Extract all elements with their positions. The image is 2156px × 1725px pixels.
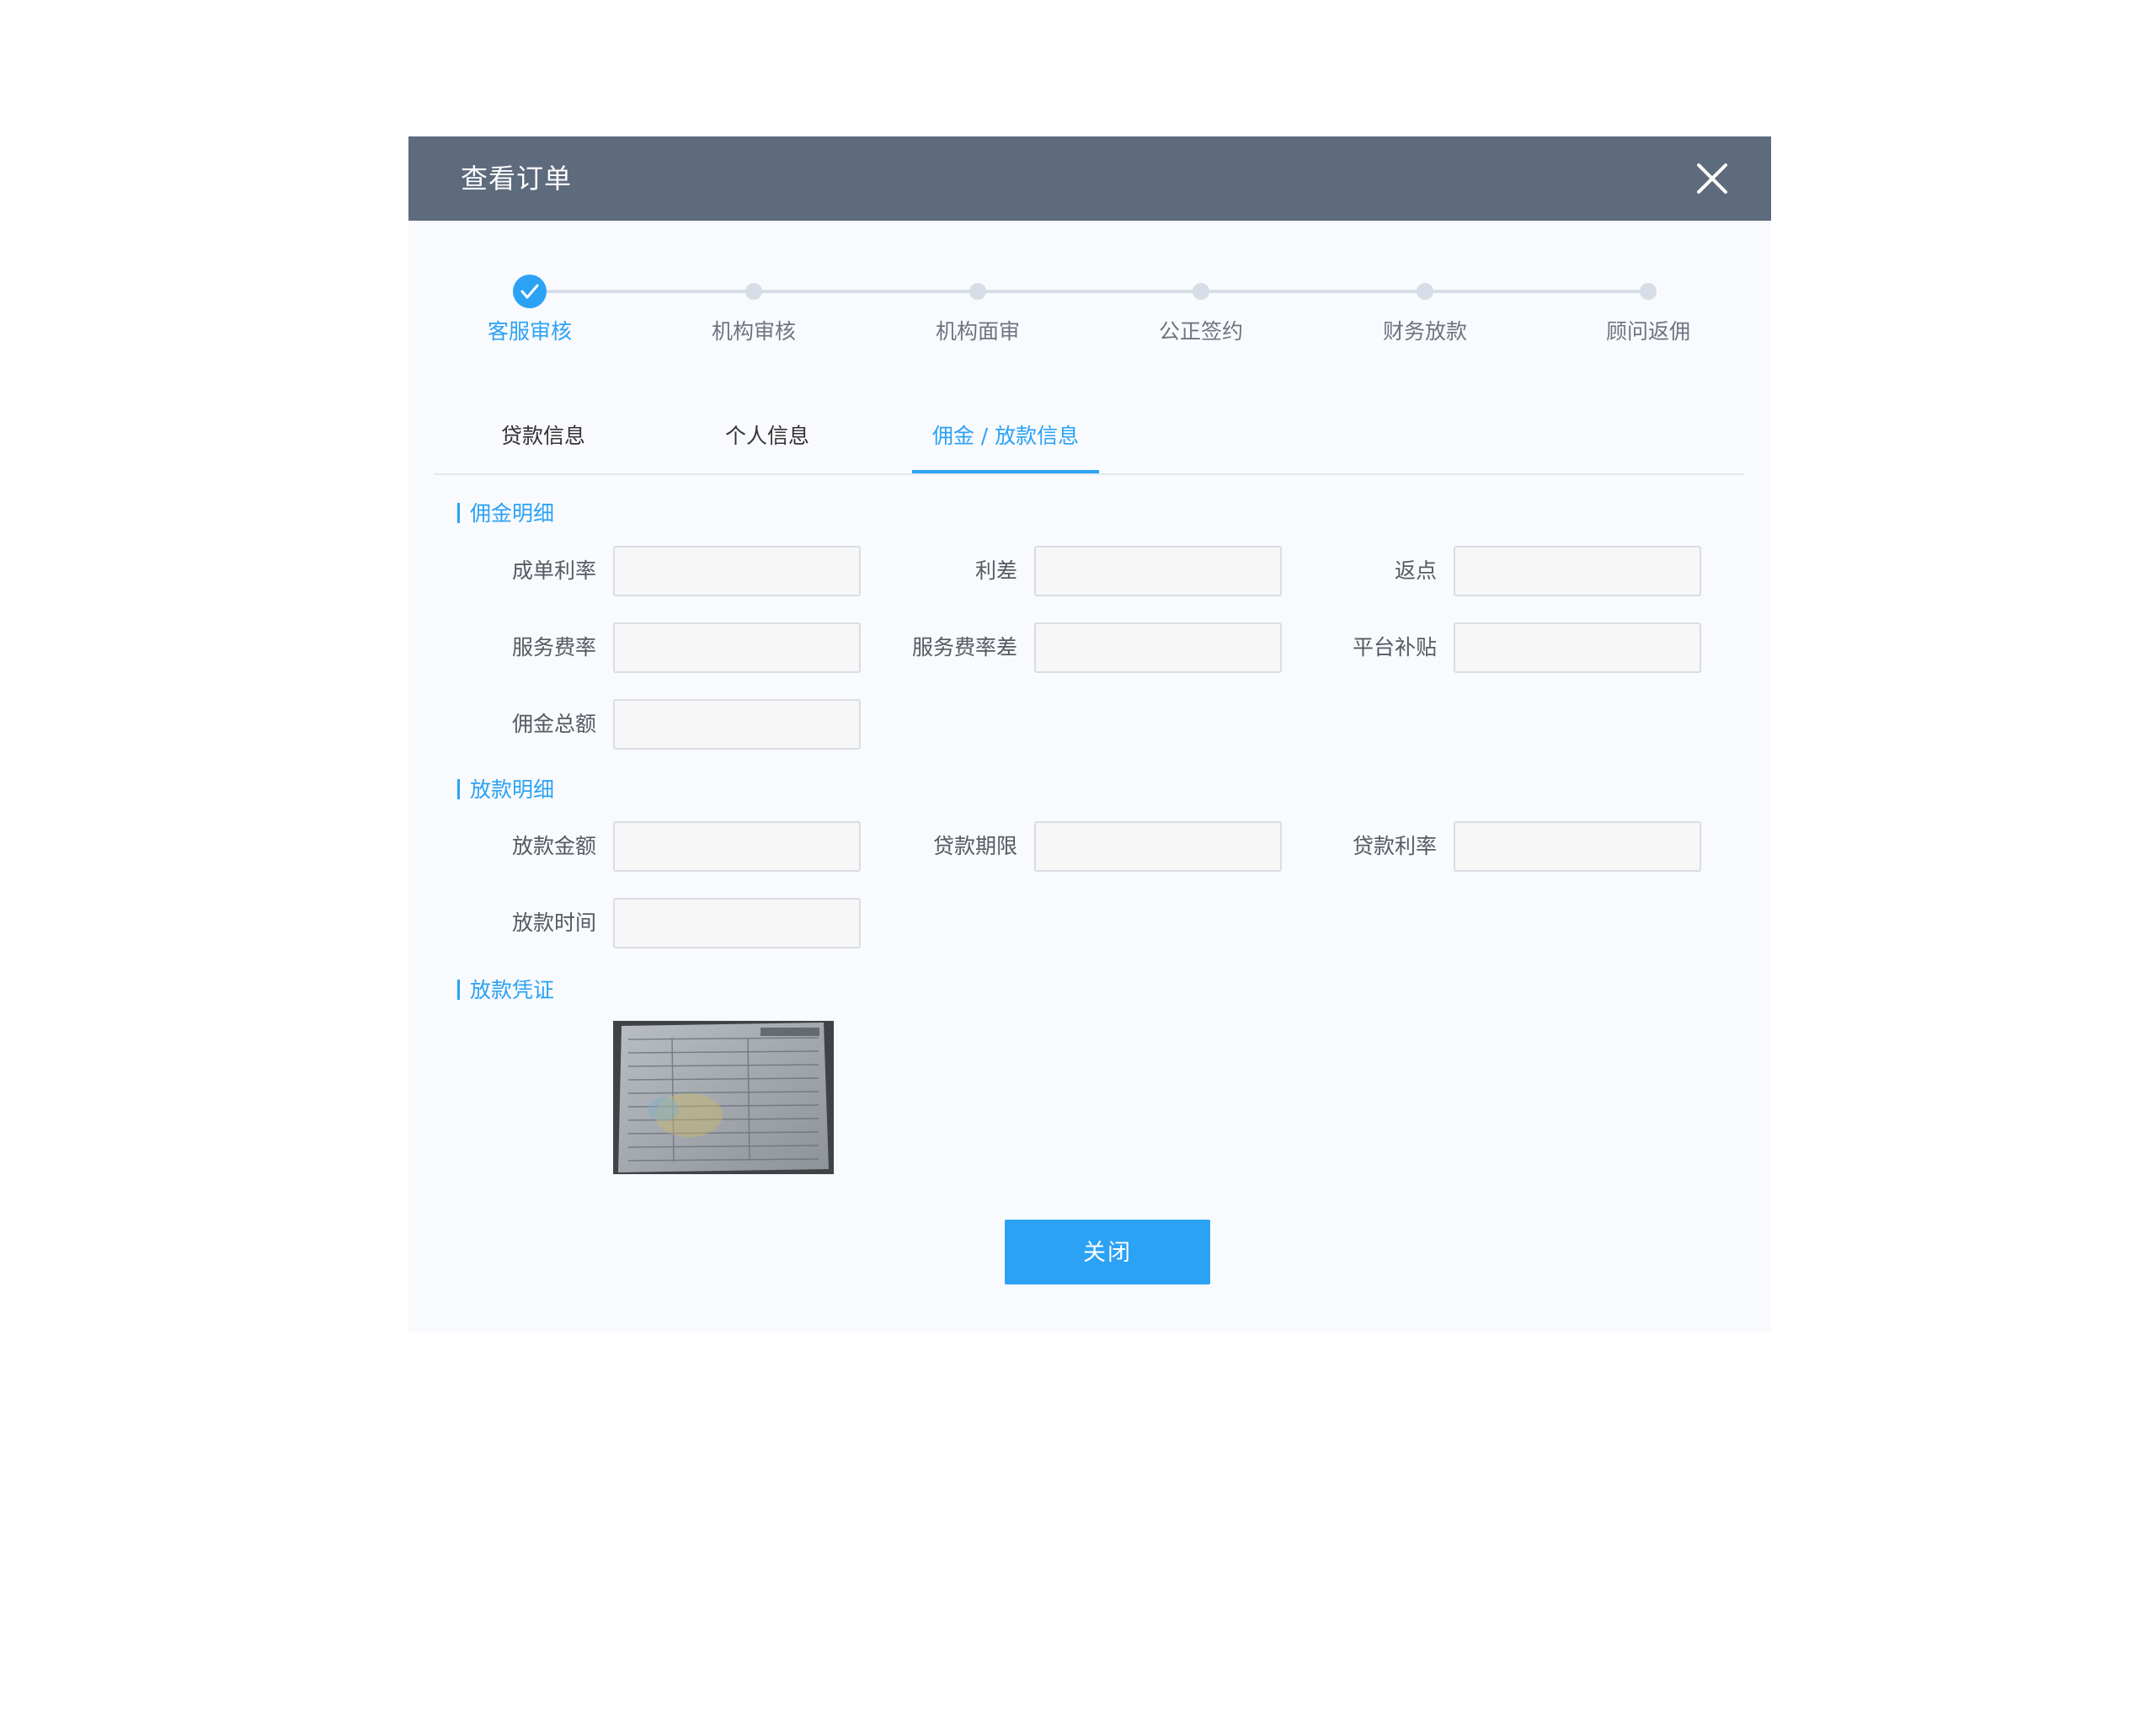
step-label: 客服审核 bbox=[487, 319, 572, 344]
loan-term-input[interactable] bbox=[1034, 821, 1282, 872]
section-loan-voucher: 放款凭证 bbox=[457, 977, 554, 1004]
deal-rate-input[interactable] bbox=[613, 546, 861, 596]
tab-label: 佣金 / 放款信息 bbox=[931, 424, 1080, 448]
step-dot bbox=[1193, 283, 1209, 300]
section-bar bbox=[457, 779, 460, 799]
deal-rate-label: 成单利率 bbox=[511, 558, 596, 583]
rate-spread-input[interactable] bbox=[1034, 546, 1282, 596]
view-order-dialog: 查看订单 客服审核 机构审核 机构面审 公正签约 财务放款 顾问返佣 贷款信息 … bbox=[408, 136, 1771, 1332]
loan-amount-label: 放款金额 bbox=[511, 834, 596, 858]
steps-track bbox=[530, 290, 1648, 293]
check-icon bbox=[513, 275, 547, 308]
close-button[interactable]: 关闭 bbox=[1005, 1220, 1210, 1284]
step-label: 顾问返佣 bbox=[1605, 319, 1690, 344]
loan-term-label: 贷款期限 bbox=[932, 834, 1017, 858]
active-tab-indicator bbox=[912, 470, 1099, 473]
section-title-text: 放款明细 bbox=[470, 777, 555, 802]
step-dot bbox=[1417, 283, 1433, 300]
section-loan-details: 放款明细 bbox=[457, 777, 554, 804]
rebate-input[interactable] bbox=[1454, 546, 1701, 596]
step-label: 机构面审 bbox=[935, 319, 1020, 344]
dialog-header: 查看订单 bbox=[408, 136, 1771, 221]
step-label: 公正签约 bbox=[1158, 319, 1243, 344]
loan-rate-label: 贷款利率 bbox=[1352, 834, 1437, 858]
tab-loan-info[interactable]: 贷款信息 bbox=[467, 406, 619, 472]
commission-total-input[interactable] bbox=[613, 699, 861, 750]
loan-amount-input[interactable] bbox=[613, 821, 861, 872]
rate-spread-label: 利差 bbox=[974, 558, 1017, 583]
service-rate-diff-input[interactable] bbox=[1034, 622, 1282, 673]
dialog-title: 查看订单 bbox=[461, 163, 573, 195]
step-dot bbox=[969, 283, 986, 300]
step-dot bbox=[745, 283, 762, 300]
loan-time-label: 放款时间 bbox=[511, 911, 596, 935]
rebate-label: 返点 bbox=[1394, 558, 1437, 583]
section-bar bbox=[457, 980, 460, 1000]
platform-subsidy-label: 平台补贴 bbox=[1352, 635, 1437, 660]
step-label: 机构审核 bbox=[711, 319, 796, 344]
section-title-text: 放款凭证 bbox=[470, 978, 555, 1002]
step-label: 财务放款 bbox=[1382, 319, 1467, 344]
voucher-thumbnail[interactable] bbox=[613, 1021, 834, 1174]
section-title-text: 佣金明细 bbox=[470, 501, 555, 526]
platform-subsidy-input[interactable] bbox=[1454, 622, 1701, 673]
section-commission-details: 佣金明细 bbox=[457, 500, 554, 527]
loan-rate-input[interactable] bbox=[1454, 821, 1701, 872]
section-bar bbox=[457, 503, 460, 523]
service-rate-diff-label: 服务费率差 bbox=[911, 635, 1017, 660]
loan-time-input[interactable] bbox=[613, 898, 861, 948]
tab-commission-disbursement[interactable]: 佣金 / 放款信息 bbox=[912, 406, 1099, 473]
step-dot bbox=[1640, 283, 1657, 300]
tab-bar: 贷款信息 个人信息 佣金 / 放款信息 bbox=[434, 406, 1744, 475]
commission-total-label: 佣金总额 bbox=[511, 712, 596, 736]
tab-personal-info[interactable]: 个人信息 bbox=[691, 406, 843, 472]
close-icon[interactable] bbox=[1690, 157, 1734, 200]
service-rate-input[interactable] bbox=[613, 622, 861, 673]
service-rate-label: 服务费率 bbox=[511, 635, 596, 660]
